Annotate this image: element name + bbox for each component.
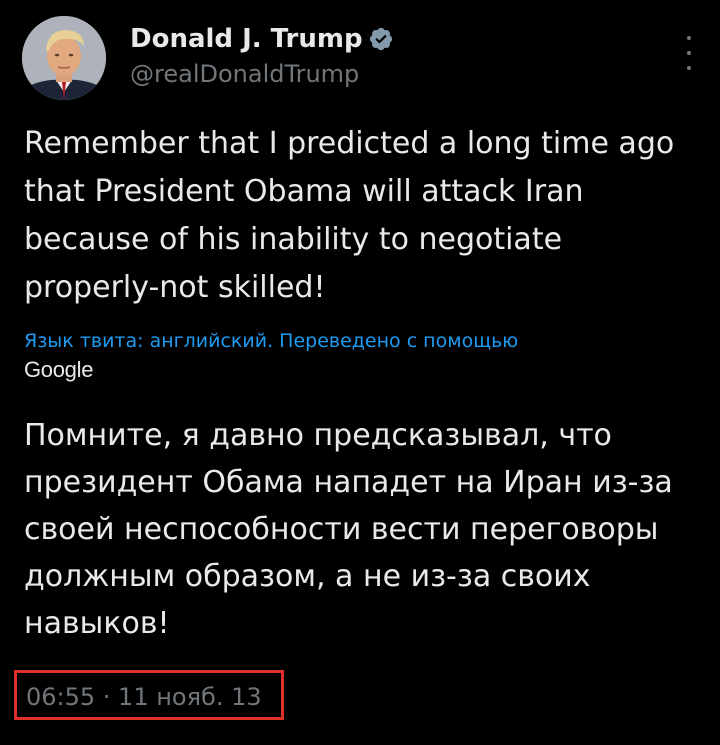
more-dot	[687, 36, 691, 40]
tweet-card: Donald J. Trump @realDonaldTrump Remembe…	[0, 0, 720, 745]
author-handle[interactable]: @realDonaldTrump	[130, 60, 359, 88]
tweet-timestamp[interactable]: 06:55 · 11 нояб. 13	[26, 682, 262, 712]
more-dot	[687, 66, 691, 70]
avatar[interactable]	[22, 16, 106, 100]
avatar-portrait-icon	[22, 16, 106, 100]
verified-badge-icon	[369, 27, 393, 51]
translated-text: Помните, я давно предсказывал, что прези…	[24, 418, 673, 641]
tweet-text: Remember that I predicted a long time ag…	[24, 126, 675, 305]
more-options-icon[interactable]	[683, 36, 695, 70]
more-dot	[687, 51, 691, 55]
author-name[interactable]: Donald J. Trump	[130, 24, 363, 54]
translation-note-link[interactable]: Язык твита: английский. Переведено с пом…	[24, 328, 704, 354]
google-logo: Google	[24, 357, 94, 382]
